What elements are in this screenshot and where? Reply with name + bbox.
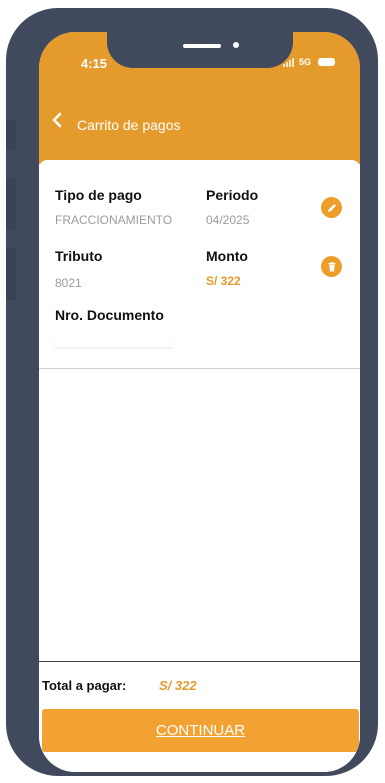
status-indicators: 5G — [283, 57, 336, 67]
periodo-value: 04/2025 — [206, 213, 250, 227]
edit-button[interactable] — [321, 197, 342, 218]
tributo-label: Tributo — [55, 248, 103, 264]
phone-screen: 4:15 5G Carrito de pagos Tipo de pago Pe… — [39, 32, 360, 772]
total-divider — [39, 661, 360, 662]
pencil-icon — [327, 203, 336, 212]
phone-notch — [107, 32, 293, 68]
cart-content: Tipo de pago Periodo FRACCIONAMIENTO 04/… — [39, 160, 360, 772]
speaker-icon — [183, 44, 221, 48]
signal-icon — [283, 57, 294, 67]
volume-up-button — [6, 178, 16, 230]
mute-switch — [6, 120, 16, 150]
tipo-pago-value: FRACCIONAMIENTO — [55, 213, 173, 227]
item-divider — [39, 368, 360, 369]
page-title: Carrito de pagos — [77, 117, 181, 133]
status-time: 4:15 — [81, 56, 108, 71]
back-button[interactable] — [47, 110, 67, 130]
trash-icon — [328, 261, 335, 271]
delete-button[interactable] — [321, 256, 342, 277]
monto-value: S/ 322 — [206, 274, 241, 288]
monto-label: Monto — [206, 248, 248, 264]
total-value: S/ 322 — [159, 678, 197, 693]
battery-icon — [318, 58, 336, 66]
volume-down-button — [6, 248, 16, 300]
nro-documento-value — [55, 335, 173, 348]
tipo-pago-label: Tipo de pago — [55, 187, 142, 203]
periodo-label: Periodo — [206, 187, 259, 203]
network-label: 5G — [299, 57, 312, 67]
chevron-left-icon — [52, 112, 62, 128]
total-label: Total a pagar: — [42, 678, 127, 693]
app-header: 4:15 5G Carrito de pagos — [39, 32, 360, 164]
tributo-value: 8021 — [55, 276, 82, 290]
nro-documento-label: Nro. Documento — [55, 307, 164, 323]
camera-icon — [233, 42, 239, 48]
continue-button[interactable]: CONTINUAR — [42, 709, 359, 752]
phone-frame: 4:15 5G Carrito de pagos Tipo de pago Pe… — [6, 8, 378, 776]
